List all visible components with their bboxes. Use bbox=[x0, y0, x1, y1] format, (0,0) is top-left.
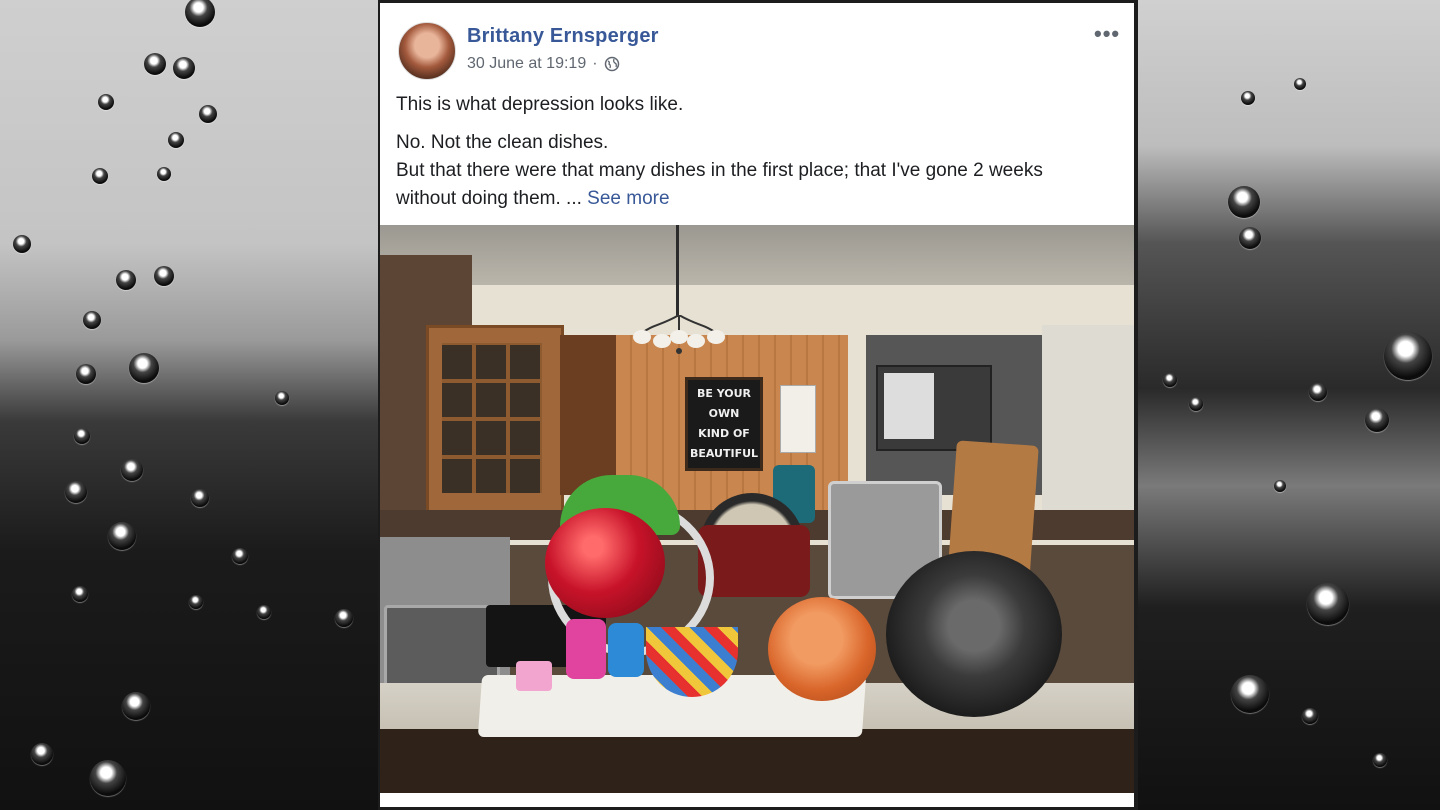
raindrop bbox=[65, 481, 87, 503]
raindrop bbox=[108, 522, 136, 550]
raindrop bbox=[13, 235, 31, 253]
raindrop bbox=[122, 692, 150, 720]
post-text-line-2: No. Not the clean dishes. bbox=[396, 132, 609, 153]
raindrop bbox=[257, 605, 271, 619]
post-photo[interactable]: BE YOUR OWN KIND OF BEAUTIFUL bbox=[380, 225, 1134, 793]
raindrop bbox=[144, 53, 166, 75]
raindrop bbox=[1274, 480, 1286, 492]
post-text-line-3: But that there were that many dishes in … bbox=[396, 157, 1106, 213]
photo-pink-cup bbox=[566, 619, 606, 679]
raindrop bbox=[90, 760, 126, 796]
post-text: This is what depression looks like. No. … bbox=[396, 91, 1106, 213]
raindrop bbox=[199, 105, 217, 123]
raindrop bbox=[129, 353, 159, 383]
raindrop bbox=[1373, 753, 1387, 767]
photo-chandelier-cord bbox=[676, 225, 679, 317]
photo-calendar bbox=[780, 385, 816, 453]
globe-icon[interactable] bbox=[604, 56, 620, 72]
raindrop bbox=[76, 364, 96, 384]
more-options-icon[interactable]: ••• bbox=[1094, 21, 1120, 47]
raindrop bbox=[1163, 373, 1177, 387]
raindrop bbox=[1294, 78, 1306, 90]
raindrop bbox=[1365, 408, 1389, 432]
see-more-link[interactable]: See more bbox=[587, 188, 669, 209]
raindrop bbox=[154, 266, 174, 286]
photo-large-pan bbox=[886, 551, 1062, 717]
raindrop bbox=[157, 167, 171, 181]
post-header: Brittany Ernsperger 30 June at 19:19 · •… bbox=[380, 3, 1134, 89]
raindrop bbox=[189, 595, 203, 609]
raindrop bbox=[232, 548, 248, 564]
raindrop bbox=[74, 428, 90, 444]
photo-blue-cup bbox=[608, 623, 644, 677]
post-text-line-1: This is what depression looks like. bbox=[396, 94, 684, 115]
photo-chandelier bbox=[633, 315, 725, 354]
raindrop bbox=[275, 391, 289, 405]
photo-small-cup bbox=[516, 661, 552, 691]
raindrop bbox=[98, 94, 114, 110]
post-text-body: But that there were that many dishes in … bbox=[396, 160, 1043, 209]
sign-line-4: BEAUTIFUL bbox=[689, 447, 759, 460]
photo-orange-bowl bbox=[768, 597, 876, 701]
raindrop bbox=[335, 609, 353, 627]
photo-base-cabinets bbox=[380, 729, 1134, 793]
raindrop bbox=[121, 459, 143, 481]
raindrop bbox=[1231, 675, 1269, 713]
raindrop bbox=[1239, 227, 1261, 249]
author-name-link[interactable]: Brittany Ernsperger bbox=[467, 25, 659, 48]
raindrop bbox=[1241, 91, 1255, 105]
photo-hutch bbox=[560, 335, 618, 495]
raindrop bbox=[1189, 397, 1203, 411]
sign-line-2: OWN bbox=[708, 407, 740, 420]
photo-wall-sign: BE YOUR OWN KIND OF BEAUTIFUL bbox=[685, 377, 763, 471]
raindrop bbox=[116, 270, 136, 290]
raindrop bbox=[168, 132, 184, 148]
background-right-rain bbox=[1138, 0, 1440, 810]
sign-line-1: BE YOUR bbox=[696, 387, 752, 400]
raindrop bbox=[1384, 332, 1432, 380]
post-meta: 30 June at 19:19 · bbox=[467, 55, 620, 73]
raindrop bbox=[191, 489, 209, 507]
raindrop bbox=[173, 57, 195, 79]
author-avatar[interactable] bbox=[398, 22, 456, 80]
raindrop bbox=[1309, 383, 1327, 401]
raindrop bbox=[92, 168, 108, 184]
background-left-rain bbox=[0, 0, 378, 810]
raindrop bbox=[1228, 186, 1260, 218]
raindrop bbox=[31, 743, 53, 765]
photo-maroon-pot bbox=[698, 525, 810, 597]
photo-red-bowl bbox=[545, 508, 665, 618]
raindrop bbox=[83, 311, 101, 329]
raindrop bbox=[1307, 583, 1349, 625]
post-timestamp[interactable]: 30 June at 19:19 bbox=[467, 55, 586, 73]
raindrop bbox=[1302, 708, 1318, 724]
meta-separator: · bbox=[592, 55, 598, 72]
facebook-post: Brittany Ernsperger 30 June at 19:19 · •… bbox=[380, 3, 1134, 807]
sign-line-3: KIND OF bbox=[698, 427, 750, 440]
raindrop bbox=[72, 586, 88, 602]
photo-whiteboard bbox=[884, 373, 934, 439]
photo-cabinet-panes bbox=[442, 343, 542, 493]
photo-right-room bbox=[1042, 325, 1134, 525]
